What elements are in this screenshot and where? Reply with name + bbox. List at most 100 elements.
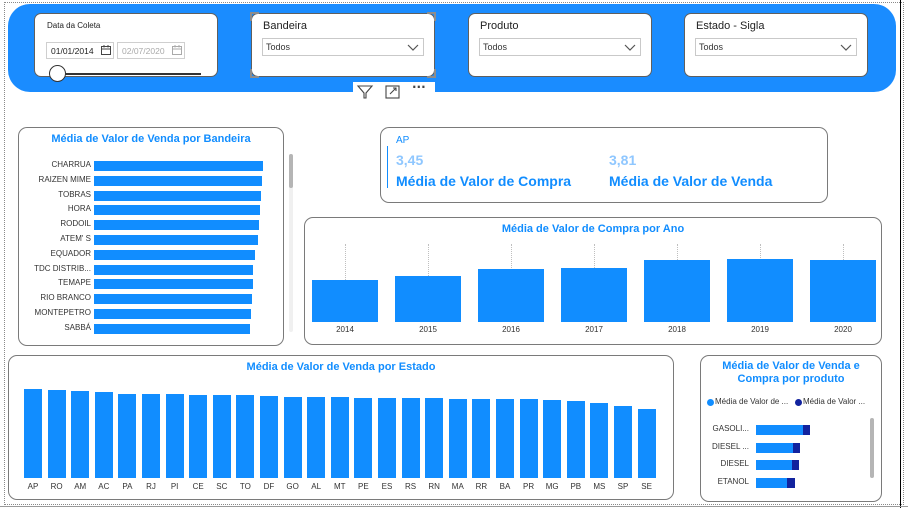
bar xyxy=(212,394,231,478)
bandeira-dropdown[interactable]: Todos xyxy=(262,38,424,56)
x-tick-label: ES xyxy=(381,482,393,491)
venda-por-estado-card[interactable]: Média de Valor de Venda por Estado AP RO A… xyxy=(8,355,674,500)
x-tick-label: 2019 xyxy=(751,325,769,334)
x-tick-label: PB xyxy=(570,482,582,491)
chart-title: Média de Valor de Compra por Ano xyxy=(501,223,685,235)
chart-title: Média de Valor de Venda por Bandeira xyxy=(51,133,251,145)
bar xyxy=(94,309,252,319)
bandeira-dropdown-value: Todos xyxy=(266,42,291,52)
bar xyxy=(395,276,461,322)
bar-label: DIESEL xyxy=(720,459,749,468)
bar-segment xyxy=(786,477,795,488)
bar xyxy=(283,396,302,478)
kpi-card[interactable]: AP 3,45 Média de Valor de Compra 3,81 Mé… xyxy=(380,127,828,203)
end-date-input[interactable]: 02/07/2020 xyxy=(117,42,185,59)
compra-por-ano-card[interactable]: Média de Valor de Compra por Ano 2014 201… xyxy=(304,217,882,345)
x-tick-label: CE xyxy=(192,482,204,491)
chevron-down-icon[interactable] xyxy=(623,40,637,54)
x-tick-label: SC xyxy=(216,482,228,491)
date-slider-track[interactable] xyxy=(51,73,201,75)
bar xyxy=(401,398,420,478)
x-tick-label: 2020 xyxy=(834,325,852,334)
selection-handle[interactable] xyxy=(427,12,436,21)
date-slider-handle[interactable] xyxy=(49,65,66,82)
venda-compra-por-produto-card[interactable]: Média de Valor de Venda e Compra por pro… xyxy=(700,355,882,502)
bandeira-slicer-title: Bandeira xyxy=(263,20,308,32)
scrollbar-thumb[interactable] xyxy=(289,154,293,188)
bar-label: DIESEL ... xyxy=(711,441,749,451)
calendar-icon[interactable] xyxy=(172,45,182,55)
bar-label: RODOIL xyxy=(60,219,91,229)
bar xyxy=(543,399,562,478)
bar xyxy=(94,175,262,186)
bar xyxy=(810,259,876,322)
bar xyxy=(94,161,264,171)
legend-label-series-2: Média de Valor ... xyxy=(803,397,866,406)
produto-dropdown[interactable]: Todos xyxy=(479,38,641,56)
kpi-compra-caption: Média de Valor de Compra xyxy=(396,173,572,189)
bar-label: RIO BRANCO xyxy=(40,293,91,303)
estado-slicer-title: Estado - Sigla xyxy=(696,20,765,32)
kpi-venda-value: 3,81 xyxy=(609,152,637,168)
bar xyxy=(94,294,252,305)
bar-segment xyxy=(792,442,800,453)
venda-por-bandeira-card[interactable]: Média de Valor de Venda por Bandeira CHA… xyxy=(18,127,293,346)
x-tick-label: AC xyxy=(98,482,110,491)
estado-dropdown[interactable]: Todos xyxy=(695,38,857,56)
x-tick-label: BA xyxy=(499,482,511,491)
bar xyxy=(260,396,278,478)
bar xyxy=(330,397,349,478)
bar-label: RAIZEN MIME xyxy=(38,174,91,184)
start-date-value: 01/01/2014 xyxy=(51,46,94,56)
bar-segment xyxy=(756,460,792,470)
scrollbar-thumb[interactable] xyxy=(870,418,874,478)
x-tick-label: MA xyxy=(451,482,464,491)
more-options-icon[interactable]: ··· xyxy=(412,80,430,96)
bar xyxy=(236,394,255,478)
x-tick-label: PR xyxy=(523,482,535,491)
chart-title-text: Média de Valor de Venda e Compra por pro… xyxy=(722,360,860,385)
kpi-divider xyxy=(387,146,388,188)
x-tick-label: PI xyxy=(170,482,179,491)
bar xyxy=(354,397,373,478)
date-slicer: Data da Coleta 01/01/2014 02/07/2020 xyxy=(34,13,218,82)
start-date-input[interactable]: 01/01/2014 xyxy=(46,42,114,59)
chevron-down-icon[interactable] xyxy=(406,40,420,54)
x-tick-label: 2016 xyxy=(502,325,520,334)
x-tick-label: 2015 xyxy=(419,325,437,334)
bar xyxy=(47,389,66,478)
produto-slicer-title: Produto xyxy=(480,20,519,32)
bar-segment xyxy=(756,442,793,453)
bar xyxy=(312,279,378,322)
calendar-icon[interactable] xyxy=(101,45,111,55)
selection-handle[interactable] xyxy=(250,69,259,78)
visual-toolbar: ··· xyxy=(353,80,435,102)
bar xyxy=(478,269,544,322)
bar-segment xyxy=(802,425,810,435)
focus-mode-icon[interactable] xyxy=(384,84,402,100)
x-tick-label: RJ xyxy=(146,482,156,491)
bar xyxy=(94,249,256,260)
window-bottom-edge xyxy=(0,506,908,507)
filter-icon[interactable] xyxy=(356,84,374,100)
bar xyxy=(94,205,260,216)
bar xyxy=(165,394,184,478)
bar xyxy=(94,279,253,290)
selection-handle[interactable] xyxy=(427,69,436,78)
x-tick-label: DF xyxy=(263,482,275,491)
x-tick-label: MS xyxy=(593,482,606,491)
bar xyxy=(94,323,250,334)
bar-label: TEMAPE xyxy=(58,278,91,288)
x-tick-label: SP xyxy=(617,482,629,491)
date-slicer-title: Data da Coleta xyxy=(47,21,101,30)
chevron-down-icon[interactable] xyxy=(839,40,853,54)
kpi-venda-caption: Média de Valor de Venda xyxy=(609,173,773,189)
x-tick-label: 2018 xyxy=(668,325,686,334)
x-tick-label: RN xyxy=(428,482,440,491)
produto-slicer: Produto Todos xyxy=(468,13,652,77)
legend-dot-series-1 xyxy=(707,399,714,406)
bar-label: ATEM' S xyxy=(60,234,91,243)
window-edge xyxy=(900,0,901,508)
bar-label: GASOLI... xyxy=(712,424,749,433)
selection-handle[interactable] xyxy=(250,12,259,21)
